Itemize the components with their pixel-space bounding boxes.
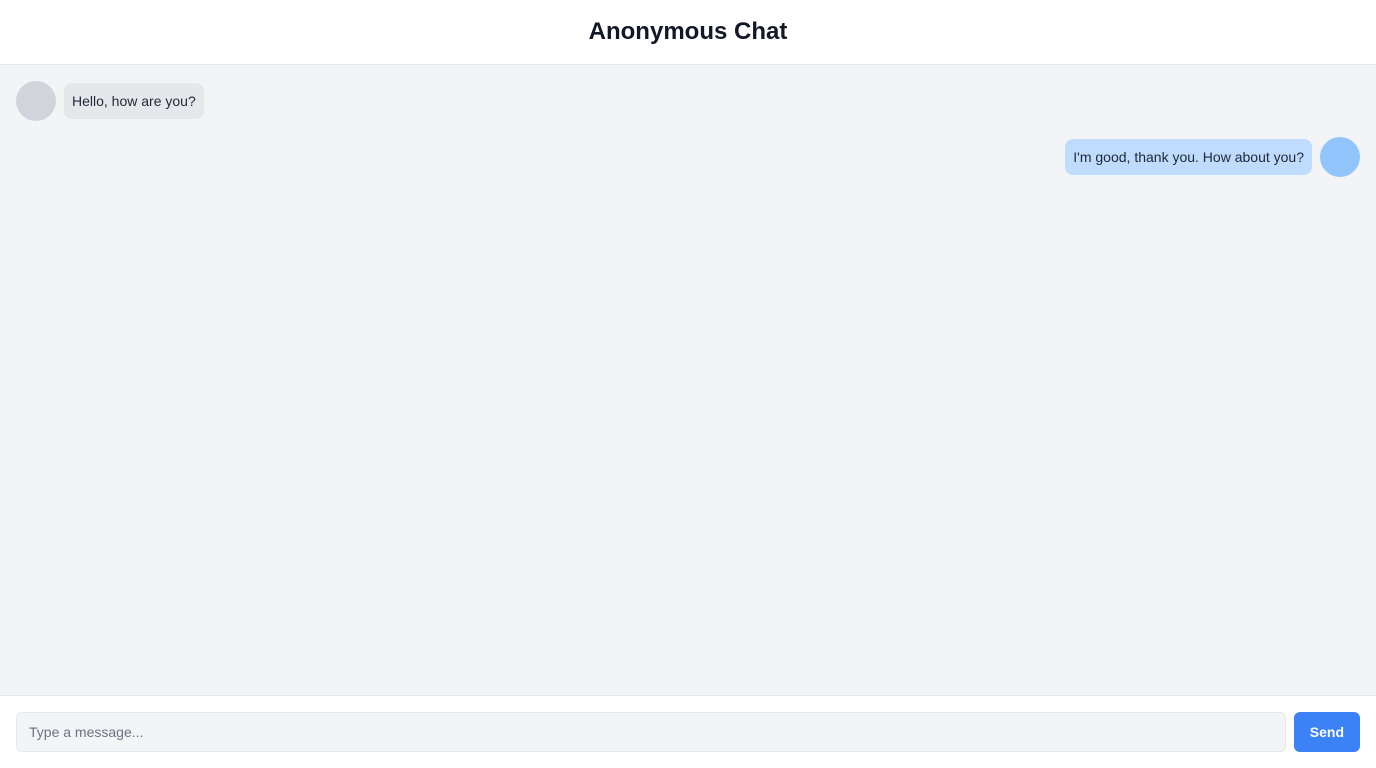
page-title: Anonymous Chat	[588, 18, 788, 45]
message-bubble: Hello, how are you?	[64, 83, 204, 119]
message-list[interactable]: Hello, how are you? I'm good, thank you.…	[0, 65, 1376, 695]
message-incoming: Hello, how are you?	[16, 81, 1360, 121]
send-button[interactable]: Send	[1293, 712, 1360, 752]
chat-header: Anonymous Chat	[0, 0, 1376, 65]
message-input[interactable]	[16, 712, 1286, 752]
avatar	[16, 81, 56, 121]
message-outgoing: I'm good, thank you. How about you?	[16, 137, 1360, 177]
avatar	[1320, 137, 1360, 177]
message-bubble: I'm good, thank you. How about you?	[1065, 139, 1312, 175]
chat-app: Anonymous Chat Hello, how are you? I'm g…	[0, 0, 1376, 768]
message-composer: Send	[0, 695, 1376, 768]
